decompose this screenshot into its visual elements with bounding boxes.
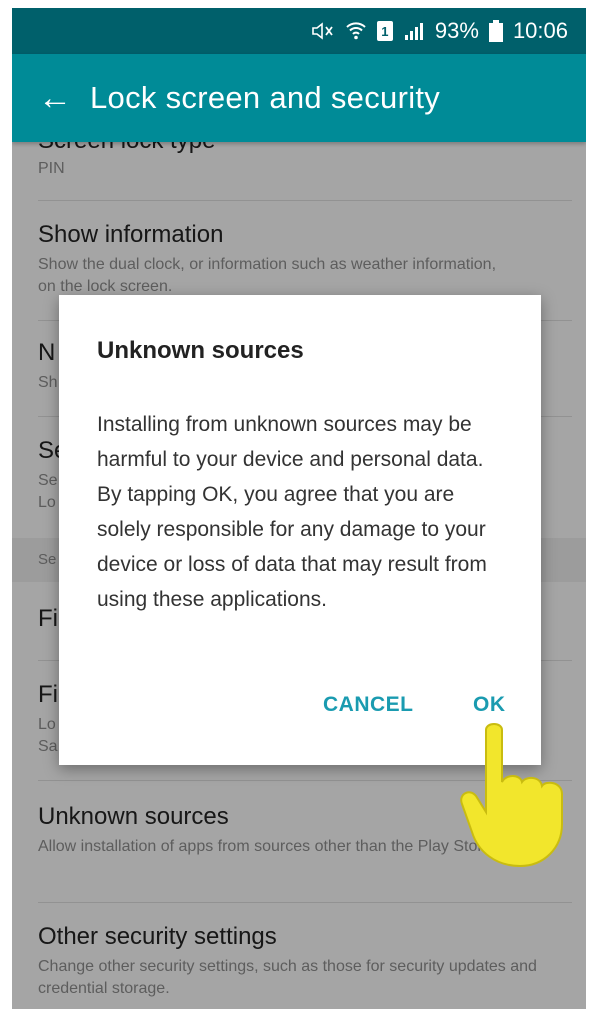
dialog-message: Installing from unknown sources may be h… <box>97 413 487 611</box>
dialog-title: Unknown sources <box>97 337 304 364</box>
sim-icon: 1 <box>376 21 393 41</box>
wifi-icon <box>345 20 367 42</box>
unknown-sources-dialog: Unknown sources Installing from unknown … <box>59 295 541 765</box>
status-time: 10:06 <box>512 18 568 43</box>
phone-screen: 1 93% 10:06 ← Lock screen and security S… <box>12 8 586 1009</box>
battery-percent: 93% <box>434 18 479 43</box>
page-title: Lock screen and security <box>90 80 441 115</box>
status-bar: 1 93% 10:06 <box>12 8 586 54</box>
signal-icon <box>403 21 425 41</box>
ok-button[interactable]: OK <box>473 693 506 717</box>
back-arrow-icon[interactable]: ← <box>38 81 90 115</box>
battery-icon <box>488 20 503 42</box>
mute-icon <box>311 21 335 41</box>
cancel-button[interactable]: CANCEL <box>323 693 414 717</box>
app-bar: ← Lock screen and security <box>12 54 586 142</box>
tap-hand-icon <box>460 723 563 868</box>
